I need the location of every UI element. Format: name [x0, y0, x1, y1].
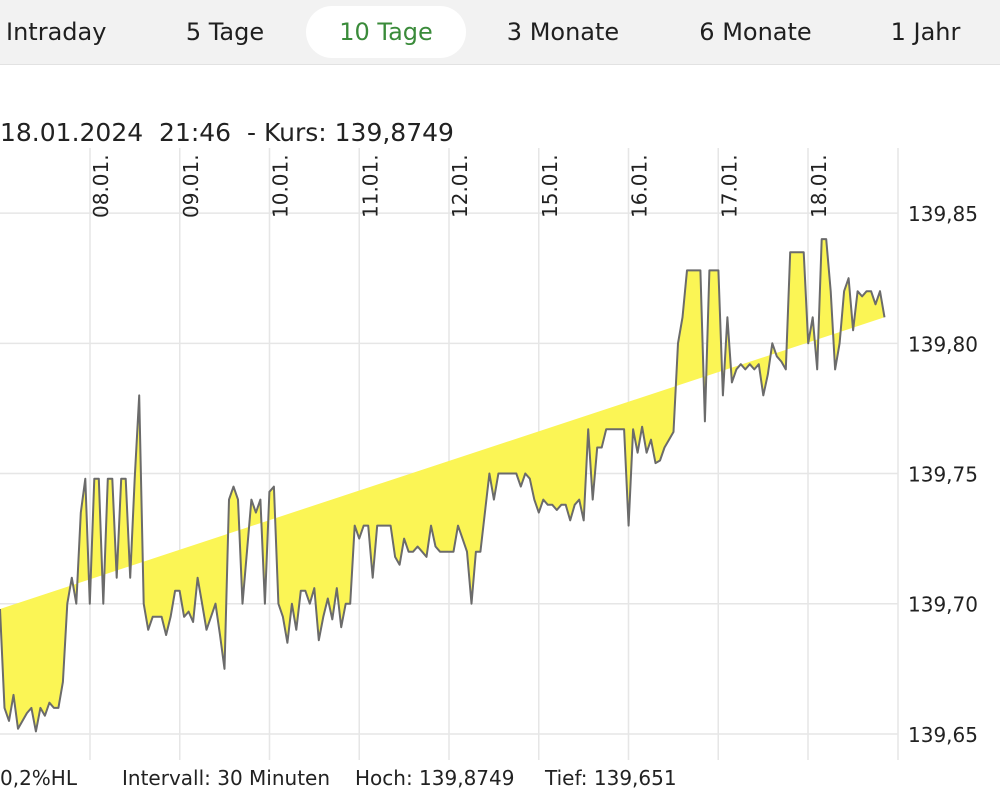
quote-price: - Kurs: 139,8749 — [247, 118, 454, 147]
footer-low: Tief: 139,651 — [545, 766, 677, 790]
date-label: 12.01. — [448, 154, 472, 218]
price-area — [0, 239, 885, 732]
date-label: 08.01. — [89, 154, 113, 218]
price-tick-label: 139,80 — [908, 332, 978, 356]
date-label: 09.01. — [179, 154, 203, 218]
period-tab-bar: Intraday 5 Tage 10 Tage 3 Monate 6 Monat… — [0, 0, 1000, 65]
quote-date: 18.01.2024 — [0, 118, 144, 147]
footer-indicator: 0,2%HL — [0, 766, 77, 790]
grid-lines — [0, 148, 899, 760]
footer-high: Hoch: 139,8749 — [355, 766, 515, 790]
tab-10-tage[interactable]: 10 Tage — [306, 6, 466, 58]
price-tick-label: 139,85 — [908, 202, 978, 226]
price-tick-label: 139,70 — [908, 593, 978, 617]
date-axis-labels: 08.01. 09.01. 10.01. 11.01. 12.01. 15.01. 16.0… — [89, 154, 831, 218]
price-tick-label: 139,65 — [908, 723, 978, 747]
footer-interval: Intervall: 30 Minuten — [122, 766, 331, 790]
price-header: 18.01.2024 21:46 - Kurs: 139,8749 — [0, 118, 454, 147]
date-label: 17.01. — [717, 154, 741, 218]
quote-time: 21:46 — [159, 118, 232, 147]
tab-5-tage[interactable]: 5 Tage — [150, 6, 300, 58]
tab-intraday[interactable]: Intraday — [0, 6, 136, 58]
tab-6-monate[interactable]: 6 Monate — [668, 6, 843, 58]
price-tick-label: 139,75 — [908, 463, 978, 487]
date-label: 11.01. — [358, 154, 382, 218]
date-label: 10.01. — [269, 154, 293, 218]
tab-1-jahr[interactable]: 1 Jahr — [858, 6, 993, 58]
date-label: 15.01. — [538, 154, 562, 218]
price-chart: 08.01. 09.01. 10.01. 11.01. 12.01. 15.01. 16.0… — [0, 148, 978, 760]
tab-3-monate[interactable]: 3 Monate — [478, 6, 648, 58]
date-label: 16.01. — [628, 154, 652, 218]
date-label: 18.01. — [807, 154, 831, 218]
price-axis-labels: 139,65 139,70 139,75 139,80 139,85 — [908, 202, 978, 747]
